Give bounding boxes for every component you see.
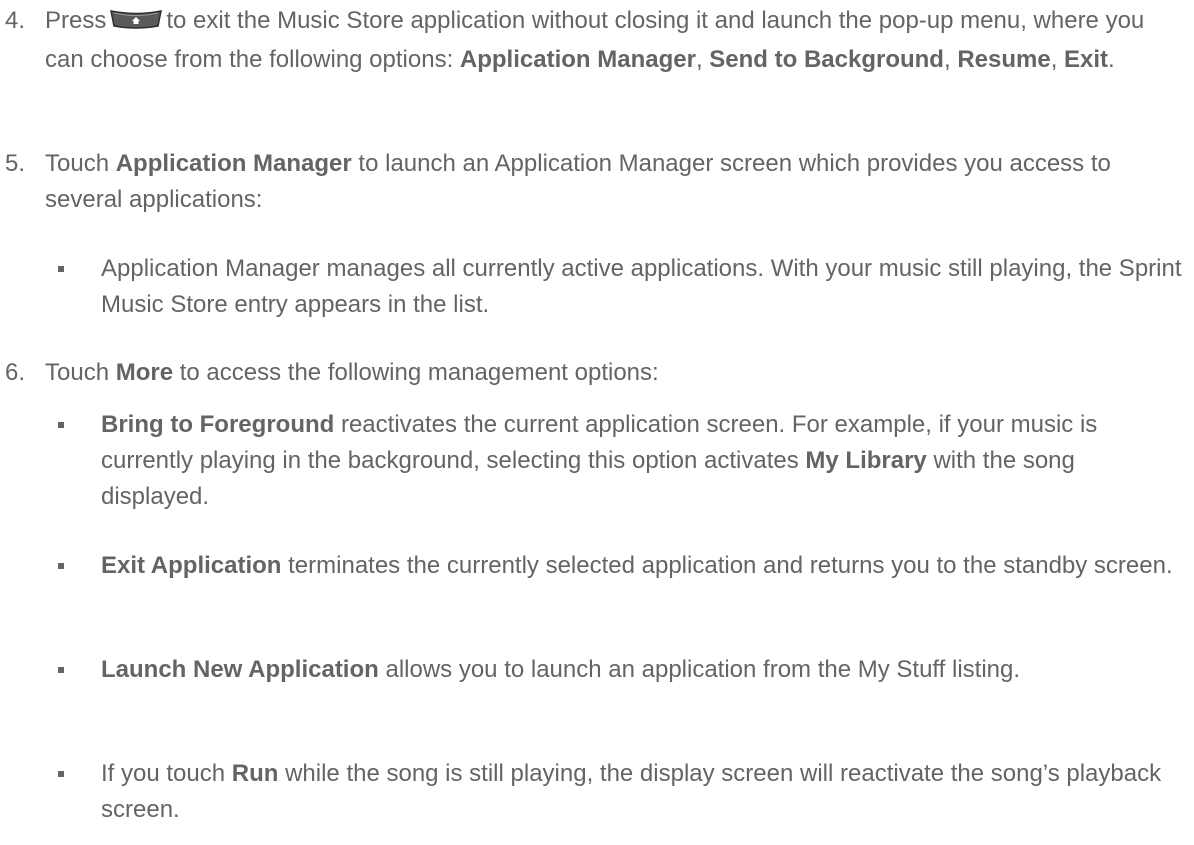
step-5: 5. Touch Application Manager to launch a…	[0, 146, 1186, 218]
home-key-icon	[110, 6, 163, 42]
bullet-marker	[56, 756, 76, 777]
option-exit: Exit	[1064, 46, 1109, 73]
bullet-marker	[56, 251, 76, 272]
bullet-text: Exit Application terminates the currentl…	[101, 552, 1173, 579]
bullet-item: Launch New Application allows you to lau…	[0, 652, 1186, 688]
step-text: Press to exit the Music Store application…	[45, 6, 1145, 73]
step-text: Touch Application Manager to launch an A…	[45, 150, 1111, 213]
step-number: 5.	[5, 150, 26, 177]
bullet-marker	[56, 548, 76, 569]
bullet-marker	[56, 652, 76, 673]
bullet-item: Exit Application terminates the currentl…	[0, 548, 1186, 584]
bullet-text: Application Manager manages all currentl…	[101, 255, 1182, 318]
bullet-text: If you touch Run while the song is still…	[101, 760, 1162, 823]
step-number: 4.	[5, 7, 26, 34]
step-4: 4. Press to exit the Music Store applicat…	[0, 3, 1186, 78]
bullet-item: Application Manager manages all currentl…	[0, 251, 1186, 323]
step-6: 6. Touch More to access the following ma…	[0, 355, 1186, 391]
option-send-to-background: Send to Background	[709, 46, 944, 73]
bullet-text: Launch New Application allows you to lau…	[101, 656, 1021, 683]
option-application-manager: Application Manager	[459, 46, 696, 73]
step-number: 6.	[5, 359, 26, 386]
bullet-item: If you touch Run while the song is still…	[0, 756, 1186, 828]
bullet-marker	[56, 407, 76, 428]
bullet-item: Bring to Foreground reactivates the curr…	[0, 407, 1186, 515]
manual-page: 4. Press to exit the Music Store applicat…	[0, 0, 1194, 845]
step-text: Touch More to access the following manag…	[45, 359, 659, 386]
bullet-text: Bring to Foreground reactivates the curr…	[101, 411, 1098, 510]
option-resume: Resume	[957, 46, 1051, 73]
